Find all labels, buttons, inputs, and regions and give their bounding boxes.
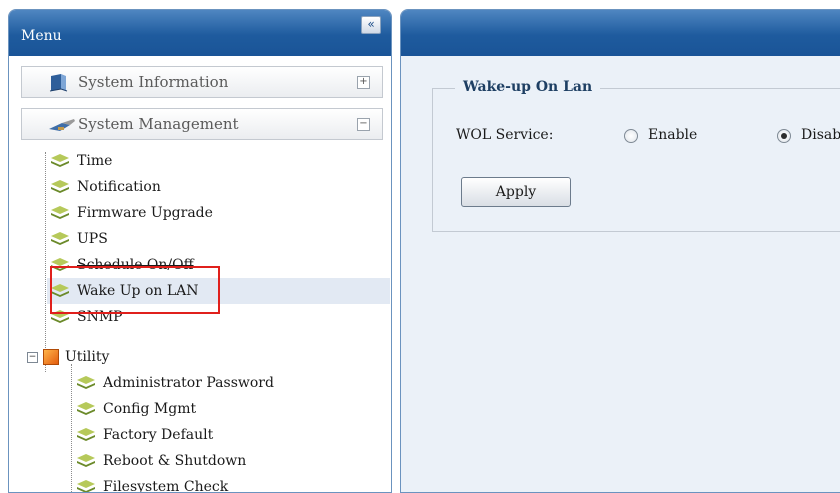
menu-item-label: Reboot & Shutdown [103, 453, 247, 469]
menu-panel: Menu « System Information + System Manag… [8, 9, 392, 493]
menu-item-filesystem-check[interactable]: Filesystem Check [73, 474, 313, 492]
layers-icon [51, 206, 69, 219]
menu-item-time[interactable]: Time [47, 148, 247, 174]
menu-group-utility[interactable]: Utility [35, 344, 215, 370]
menu-item-label: UPS [77, 231, 108, 247]
menu-item-firmware-upgrade[interactable]: Firmware Upgrade [47, 200, 247, 226]
menu-header: Menu « [9, 10, 391, 56]
layers-icon [77, 402, 95, 415]
wol-service-label: WOL Service: [456, 127, 554, 143]
disable-radio[interactable] [777, 129, 791, 143]
enable-radio-label[interactable]: Enable [648, 127, 697, 143]
layers-icon [51, 310, 69, 323]
menu-item-wake-up-on-lan[interactable]: Wake Up on LAN [47, 278, 390, 304]
menu-item-label: Notification [77, 179, 161, 195]
enable-radio[interactable] [624, 129, 638, 143]
menu-body: System Information + System Management −… [9, 56, 391, 492]
collapse-menu-button[interactable]: « [361, 16, 381, 34]
menu-item-snmp[interactable]: SNMP [47, 304, 247, 330]
menu-item-factory-default[interactable]: Factory Default [73, 422, 313, 448]
layers-icon [51, 258, 69, 271]
tools-icon [49, 119, 75, 131]
menu-item-label: SNMP [77, 309, 123, 325]
menu-item-config-mgmt[interactable]: Config Mgmt [73, 396, 313, 422]
wol-fieldset: Wake-up On Lan WOL Service: Enable Disab… [432, 79, 840, 232]
layers-icon [77, 428, 95, 441]
book-icon [49, 74, 68, 92]
menu-title: Menu [21, 28, 62, 44]
menu-item-label: Administrator Password [103, 375, 274, 391]
section-system-information[interactable]: System Information + [21, 66, 383, 98]
fieldset-legend: Wake-up On Lan [455, 79, 601, 95]
menu-item-reboot-shutdown[interactable]: Reboot & Shutdown [73, 448, 313, 474]
collapse-icon[interactable]: − [357, 118, 370, 131]
section-system-management[interactable]: System Management − [21, 108, 383, 140]
tree-guide-line [45, 152, 46, 372]
menu-item-label: Firmware Upgrade [77, 205, 213, 221]
menu-item-label: Config Mgmt [103, 401, 197, 417]
layers-icon [51, 284, 69, 297]
disable-radio-label[interactable]: Disable [801, 127, 840, 143]
section-label: System Management [78, 115, 239, 133]
content-panel: Wake-up On Lan WOL Service: Enable Disab… [400, 9, 840, 493]
menu-item-ups[interactable]: UPS [47, 226, 247, 252]
tree-guide-line [71, 364, 72, 492]
expand-icon[interactable]: + [357, 76, 370, 89]
menu-item-notification[interactable]: Notification [47, 174, 247, 200]
menu-item-label: Factory Default [103, 427, 214, 443]
layers-icon [77, 454, 95, 467]
section-label: System Information [78, 73, 229, 91]
menu-item-label: Wake Up on LAN [77, 283, 199, 299]
content-header [401, 10, 840, 56]
layers-icon [51, 180, 69, 193]
menu-item-label: Time [77, 153, 113, 169]
menu-item-label: Schedule On/Off [77, 257, 194, 273]
layers-icon [51, 154, 69, 167]
menu-item-schedule-on-off[interactable]: Schedule On/Off [47, 252, 247, 278]
menu-item-administrator-password[interactable]: Administrator Password [73, 370, 313, 396]
menu-group-label: Utility [65, 349, 110, 365]
apply-button[interactable]: Apply [461, 177, 571, 207]
layers-icon [77, 376, 95, 389]
layers-icon [51, 232, 69, 245]
